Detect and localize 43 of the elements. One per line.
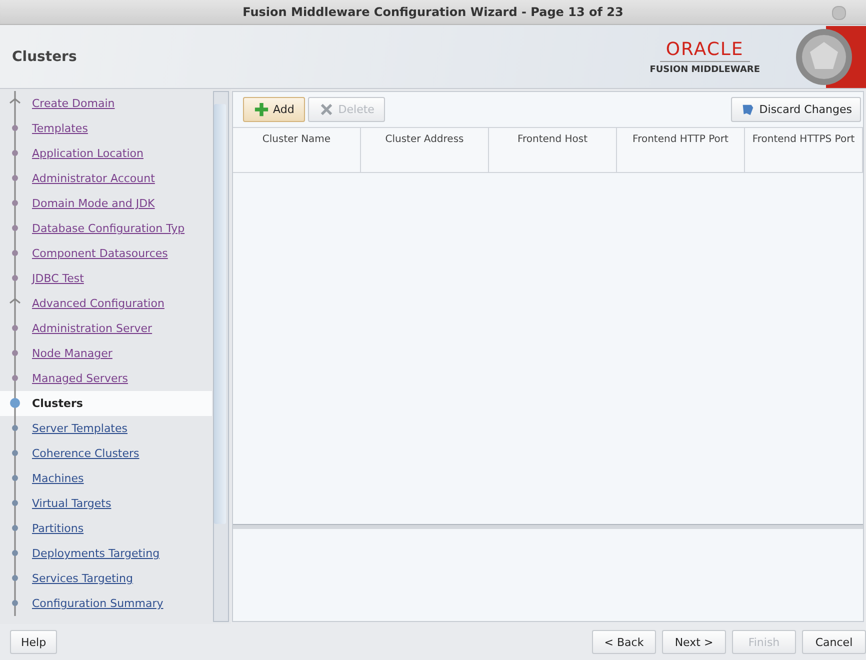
column-header[interactable]: Cluster Name <box>233 128 361 172</box>
step-link[interactable]: Services Targeting <box>32 572 133 585</box>
step-link[interactable]: Machines <box>32 472 84 485</box>
step-link[interactable]: Database Configuration Typ <box>32 222 185 235</box>
wizard-button[interactable]: < Back <box>592 630 656 654</box>
step-icon <box>8 91 22 116</box>
logo-text: ORACLE <box>660 38 750 62</box>
wizard-button[interactable]: Next > <box>662 630 726 654</box>
step-link[interactable]: Application Location <box>32 147 144 160</box>
step-link[interactable]: Coherence Clusters <box>32 447 140 460</box>
add-button[interactable]: Add <box>243 97 306 122</box>
step-link[interactable]: Administration Server <box>32 322 152 335</box>
step-link[interactable]: Templates <box>32 122 88 135</box>
step-link[interactable]: Virtual Targets <box>32 497 112 510</box>
column-header[interactable]: Frontend HTTPS Port <box>745 128 863 172</box>
minimize-button[interactable] <box>832 6 846 20</box>
step-link[interactable]: Configuration Summary <box>32 597 164 610</box>
step-icon <box>8 291 22 316</box>
logo-subtitle: FUSION MIDDLEWARE <box>650 64 760 74</box>
step-link[interactable]: Administrator Account <box>32 172 155 185</box>
step-link[interactable]: Advanced Configuration <box>32 297 164 310</box>
window-title: Fusion Middleware Configuration Wizard - Page 13 of 23 <box>242 5 624 19</box>
page-title: Clusters <box>12 48 78 64</box>
discard-changes-button[interactable]: Discard Changes <box>731 97 861 122</box>
step-link[interactable]: Node Manager <box>32 347 112 360</box>
step-link[interactable]: Create Domain <box>32 97 115 110</box>
column-header[interactable]: Frontend Host <box>489 128 617 172</box>
cross-icon <box>319 102 334 117</box>
step-link[interactable]: Deployments Targeting <box>32 547 160 560</box>
step-icon <box>8 391 22 416</box>
column-header[interactable]: Frontend HTTP Port <box>617 128 745 172</box>
step-link[interactable]: Domain Mode and JDK <box>32 197 155 210</box>
step-link[interactable]: Partitions <box>32 522 84 535</box>
step-link[interactable]: Component Datasources <box>32 247 168 260</box>
step-link[interactable]: JDBC Test <box>32 272 84 285</box>
step-link[interactable]: Managed Servers <box>32 372 128 385</box>
plus-icon <box>254 102 269 117</box>
undo-icon <box>740 102 756 117</box>
column-header[interactable]: Cluster Address <box>361 128 489 172</box>
help-button[interactable]: Help <box>10 630 58 654</box>
wizard-button[interactable]: Cancel <box>802 630 866 654</box>
current-step: Clusters <box>32 397 83 410</box>
step-link[interactable]: Server Templates <box>32 422 128 435</box>
